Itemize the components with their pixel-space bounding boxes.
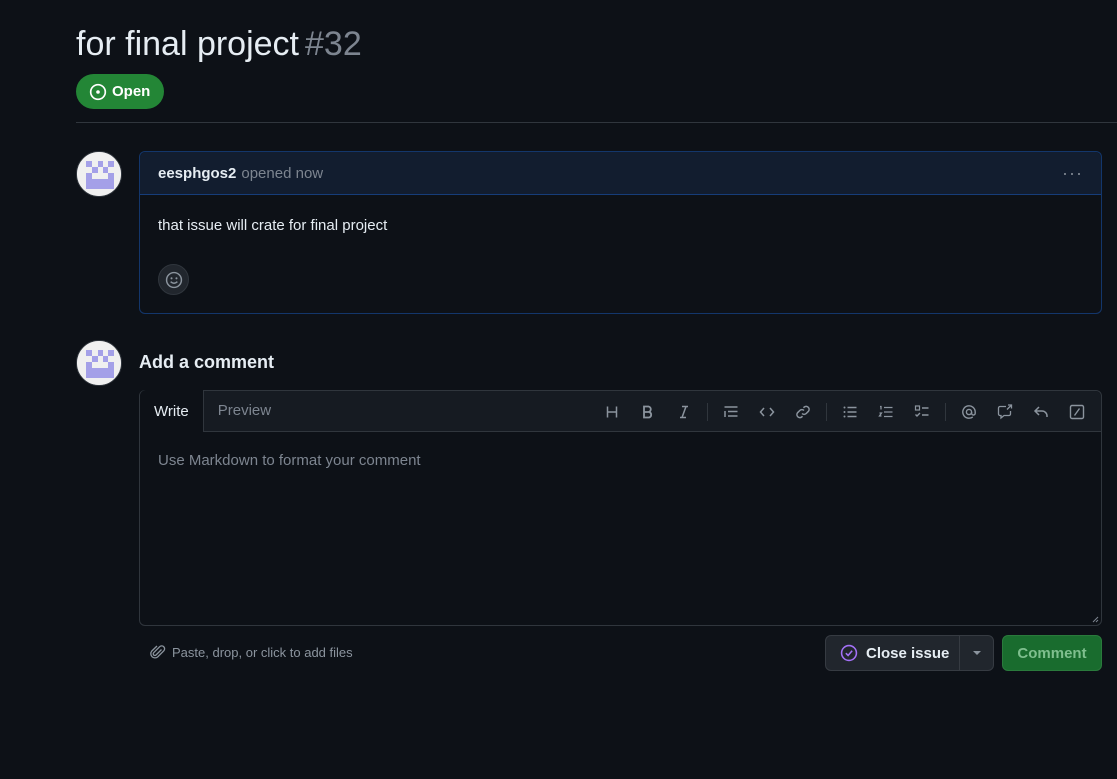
current-user-avatar[interactable] xyxy=(76,340,122,386)
tab-preview[interactable]: Preview xyxy=(204,390,285,431)
comment-button[interactable]: Comment xyxy=(1002,635,1102,671)
toolbar-separator xyxy=(707,402,708,421)
italic-icon[interactable] xyxy=(666,397,702,427)
paperclip-icon xyxy=(150,645,166,659)
add-reaction-button[interactable] xyxy=(158,264,189,295)
bold-icon[interactable] xyxy=(630,397,666,427)
close-options-button[interactable] xyxy=(960,636,993,670)
slash-command-icon[interactable] xyxy=(1059,397,1095,427)
link-icon[interactable] xyxy=(785,397,821,427)
unordered-list-icon[interactable] xyxy=(832,397,868,427)
issue-number: #32 xyxy=(305,25,362,63)
saved-reply-icon[interactable] xyxy=(1023,397,1059,427)
issue-title: for final project #32 xyxy=(76,24,362,64)
comment-author[interactable]: eesphgos2 xyxy=(158,165,236,182)
triangle-down-icon xyxy=(972,651,981,655)
issue-open-icon xyxy=(89,83,107,100)
task-list-icon[interactable] xyxy=(904,397,940,427)
close-issue-button[interactable]: Close issue xyxy=(826,636,960,670)
comment-timestamp[interactable]: opened now xyxy=(241,165,323,182)
comment-body: that issue will crate for final project xyxy=(158,217,388,234)
attach-files-label: Paste, drop, or click to add files xyxy=(172,644,353,660)
toolbar-separator xyxy=(826,402,827,421)
toolbar-separator xyxy=(945,402,946,421)
header-divider xyxy=(76,122,1117,123)
attach-files[interactable]: Paste, drop, or click to add files xyxy=(150,644,353,660)
ordered-list-icon[interactable] xyxy=(868,397,904,427)
resize-grip-icon[interactable] xyxy=(1091,615,1099,623)
identicon-icon xyxy=(77,341,121,385)
close-issue-group: Close issue xyxy=(825,635,994,671)
add-comment-heading: Add a comment xyxy=(139,352,275,372)
close-issue-label: Close issue xyxy=(866,644,950,662)
quote-icon[interactable] xyxy=(713,397,749,427)
code-icon[interactable] xyxy=(749,397,785,427)
check-circle-icon xyxy=(840,644,858,662)
author-avatar[interactable] xyxy=(76,151,122,197)
issue-state-badge: Open xyxy=(76,74,164,109)
mention-icon[interactable] xyxy=(951,397,987,427)
markdown-toolbar xyxy=(594,391,1095,432)
cross-reference-icon[interactable] xyxy=(987,397,1023,427)
identicon-icon xyxy=(77,152,121,196)
tab-write[interactable]: Write xyxy=(140,390,204,432)
heading-icon[interactable] xyxy=(594,397,630,427)
issue-state-label: Open xyxy=(112,83,151,100)
smiley-icon xyxy=(165,271,182,288)
issue-comment: eesphgos2 opened now ··· that issue will… xyxy=(139,151,1102,314)
issue-title-text: for final project xyxy=(76,25,299,63)
comment-options-icon[interactable]: ··· xyxy=(1062,163,1083,184)
editor-header: Write Preview xyxy=(140,390,1101,432)
comment-header: eesphgos2 opened now ··· xyxy=(140,152,1101,195)
comment-editor: Write Preview xyxy=(139,390,1102,626)
comment-textarea[interactable] xyxy=(140,432,1101,625)
